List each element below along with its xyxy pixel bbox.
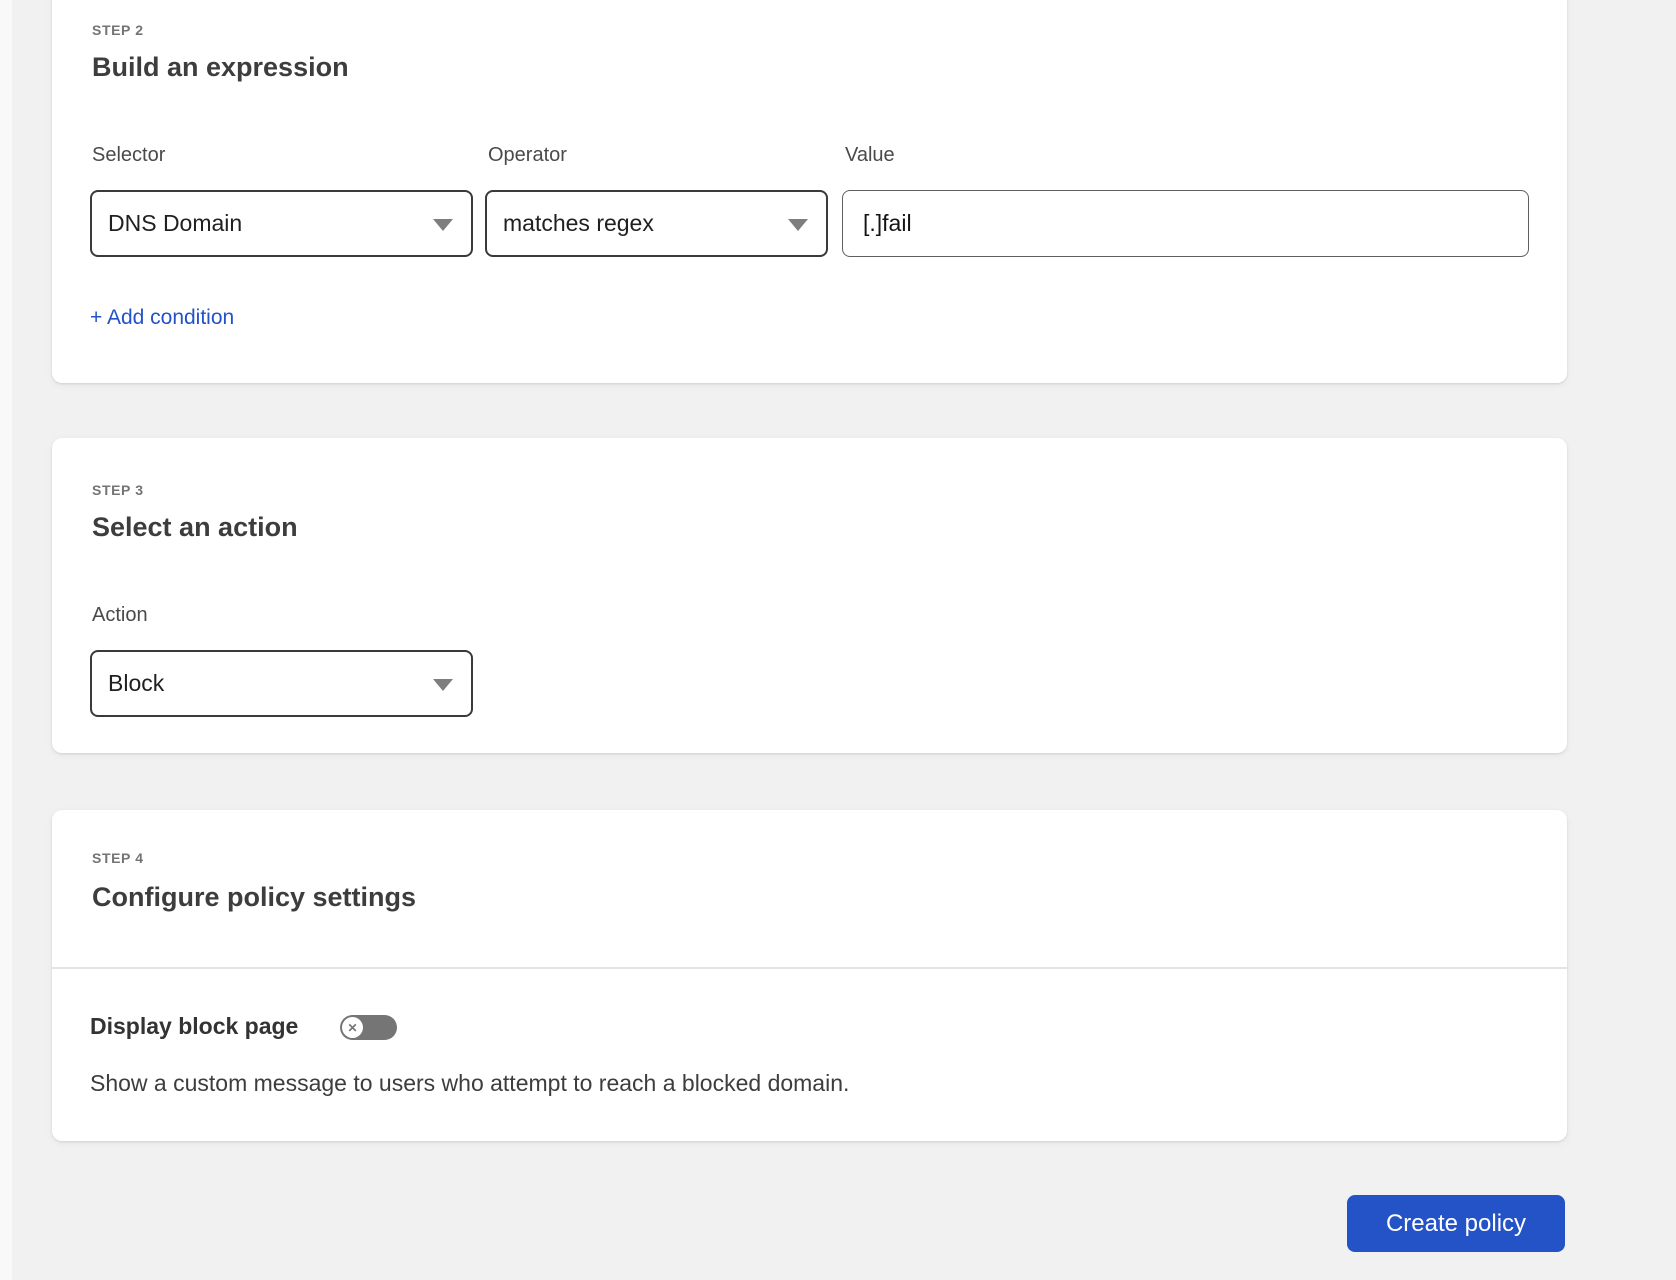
operator-dropdown[interactable]: matches regex [485,190,828,257]
chevron-down-icon [788,218,808,231]
value-field-label: Value [845,144,895,166]
chevron-down-icon [433,678,453,691]
step4-card: STEP 4 Configure policy settings Display… [52,810,1567,1141]
add-condition-link[interactable]: + Add condition [90,306,234,330]
selector-dropdown[interactable]: DNS Domain [90,190,473,257]
operator-dropdown-value: matches regex [503,210,654,236]
chevron-down-icon [433,218,453,231]
step3-title: Select an action [92,512,298,542]
operator-field-label: Operator [488,144,567,166]
action-dropdown[interactable]: Block [90,650,473,717]
display-block-page-label: Display block page [90,1013,299,1039]
page-left-gutter [0,0,12,1280]
value-input[interactable] [842,190,1529,257]
display-block-page-description: Show a custom message to users who attem… [90,1070,850,1096]
step2-card: STEP 2 Build an expression Selector DNS … [52,0,1567,383]
selector-dropdown-value: DNS Domain [108,210,243,236]
step4-title: Configure policy settings [92,882,417,912]
step4-label: STEP 4 [92,850,144,866]
step2-label: STEP 2 [92,22,144,38]
selector-field-label: Selector [92,144,166,166]
step3-label: STEP 3 [92,482,144,498]
card-section-divider [52,967,1567,969]
toggle-knob-off-icon: ✕ [342,1017,363,1038]
display-block-page-toggle[interactable]: ✕ [340,1015,397,1040]
create-policy-button[interactable]: Create policy [1347,1195,1565,1252]
action-dropdown-value: Block [108,670,165,696]
step3-card: STEP 3 Select an action Action Block [52,438,1567,753]
action-field-label: Action [92,604,148,626]
step2-title: Build an expression [92,52,349,82]
